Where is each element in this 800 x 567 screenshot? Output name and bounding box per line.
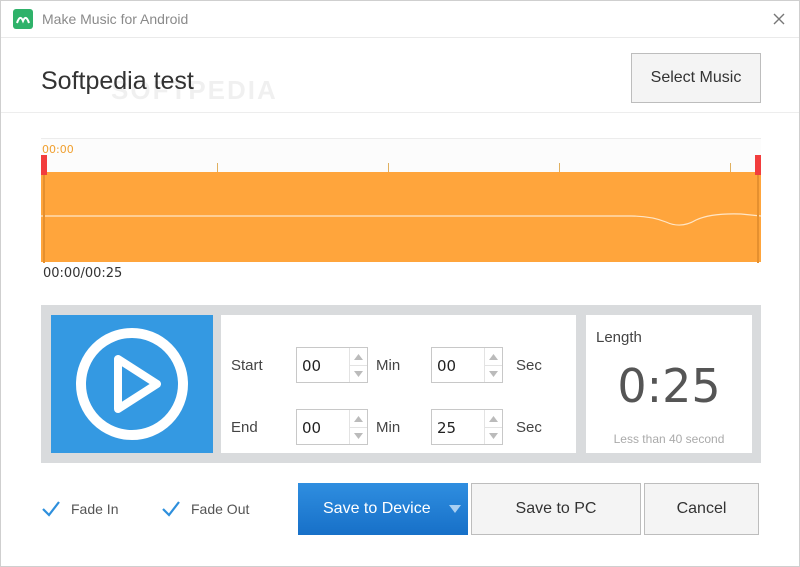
decrement-arrow-icon[interactable] [485, 365, 502, 382]
stepper-arrows [349, 410, 367, 444]
ruler-tick [559, 163, 560, 172]
checkmark-icon [161, 499, 181, 519]
window-title: Make Music for Android [42, 11, 189, 27]
close-icon[interactable] [769, 9, 789, 29]
start-min-stepper[interactable] [296, 347, 368, 383]
end-marker-handle[interactable] [755, 155, 761, 263]
header-divider [1, 112, 799, 113]
save-to-pc-button[interactable]: Save to PC [471, 483, 641, 535]
trim-time-box: Start End Min Sec [221, 315, 576, 453]
waveform-line [41, 213, 761, 226]
ruler-tick [730, 163, 731, 172]
start-marker-flag [41, 155, 47, 175]
end-min-input[interactable] [302, 419, 350, 437]
waveform[interactable] [41, 172, 761, 262]
end-sec-label: Sec [516, 419, 542, 436]
stepper-arrows [484, 348, 502, 382]
control-panel: Start End Min Sec [41, 305, 761, 463]
checkmark-icon [41, 499, 61, 519]
select-music-button[interactable]: Select Music [631, 53, 761, 103]
end-sec-stepper[interactable] [431, 409, 503, 445]
end-marker-line [757, 175, 759, 263]
music-app-icon [13, 9, 33, 29]
dropdown-arrow-icon[interactable] [442, 483, 468, 535]
length-value: 0:25 [617, 359, 721, 413]
start-label: Start [231, 357, 263, 374]
start-sec-label: Sec [516, 357, 542, 374]
end-label: End [231, 419, 258, 436]
fade-in-checkbox[interactable]: Fade In [41, 498, 118, 520]
stepper-arrows [484, 410, 502, 444]
ruler-tick [217, 163, 218, 172]
save-to-device-label: Save to Device [323, 500, 431, 517]
start-sec-input[interactable] [437, 357, 485, 375]
start-sec-stepper[interactable] [431, 347, 503, 383]
end-sec-input[interactable] [437, 419, 485, 437]
decrement-arrow-icon[interactable] [485, 427, 502, 444]
stepper-arrows [349, 348, 367, 382]
start-min-input[interactable] [302, 357, 350, 375]
play-icon [76, 328, 188, 440]
increment-arrow-icon[interactable] [350, 410, 367, 428]
ruler-tick [388, 163, 389, 172]
length-label: Length [596, 329, 642, 346]
end-min-stepper[interactable] [296, 409, 368, 445]
cancel-button[interactable]: Cancel [644, 483, 759, 535]
timeline-ruler: 00:00 [41, 138, 761, 173]
decrement-arrow-icon[interactable] [350, 365, 367, 382]
fade-in-label: Fade In [71, 501, 119, 517]
length-box: Length 0:25 Less than 40 second [586, 315, 752, 453]
decrement-arrow-icon[interactable] [350, 427, 367, 444]
app-window: Make Music for Android Softpedia test SO… [0, 0, 800, 567]
save-to-device-button[interactable]: Save to Device [298, 483, 468, 535]
play-button[interactable] [51, 315, 213, 453]
title-bar: Make Music for Android [1, 1, 799, 38]
project-title: Softpedia test [41, 67, 194, 95]
increment-arrow-icon[interactable] [485, 348, 502, 366]
start-marker-handle[interactable] [41, 155, 47, 263]
length-hint: Less than 40 second [613, 432, 725, 446]
end-marker-flag [755, 155, 761, 175]
fade-out-checkbox[interactable]: Fade Out [161, 498, 249, 520]
increment-arrow-icon[interactable] [350, 348, 367, 366]
start-min-label: Min [376, 357, 401, 374]
end-min-label: Min [376, 419, 401, 436]
fade-out-label: Fade Out [191, 501, 250, 517]
start-marker-line [43, 175, 45, 263]
time-readout: 00:00/00:25 [43, 266, 123, 281]
increment-arrow-icon[interactable] [485, 410, 502, 428]
